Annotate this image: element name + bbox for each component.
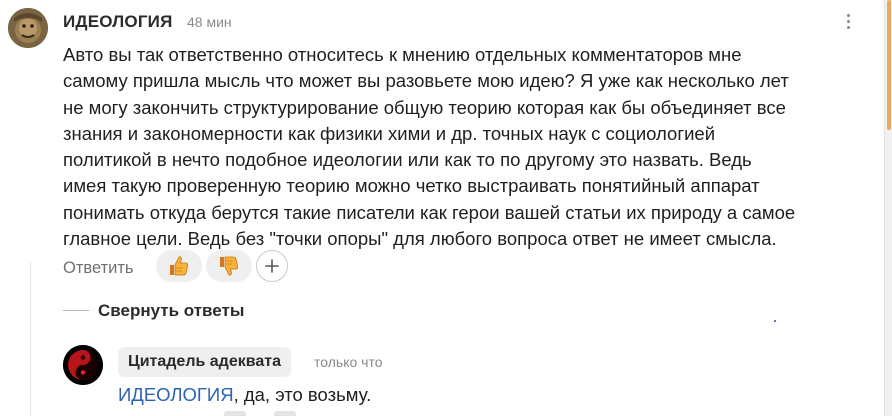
comment-text-line: самому пришла мысль что может вы разовье… [63, 70, 789, 92]
dislike-button[interactable] [206, 250, 252, 282]
comment-text-line: знания и закономерности как физики хими … [63, 122, 716, 144]
collapse-replies-button[interactable]: Свернуть ответы [98, 301, 244, 321]
reply-text: ИДЕОЛОГИЯ, да, это возьму. [118, 384, 371, 406]
comment-text-line: понимать откуда берутся такие писатели к… [63, 201, 796, 223]
comment-text-line: не могу закончить структурирование общую… [63, 96, 786, 118]
collapse-dash [63, 310, 89, 311]
comment-text-line: имея такую проверенную теорию можно четк… [63, 175, 760, 197]
scrollbar-thumb[interactable] [887, 0, 891, 130]
reply-button[interactable]: Ответить [63, 259, 134, 278]
mention-link[interactable]: ИДЕОЛОГИЯ [118, 384, 234, 405]
reply-time: только что [314, 354, 383, 370]
next-action-peek [274, 411, 296, 416]
thread-line [30, 262, 31, 416]
reply-text-body: , да, это возьму. [233, 384, 372, 405]
avatar[interactable] [8, 8, 48, 48]
thumbs-up-icon [170, 256, 189, 276]
comment-text-line: главное цели. Ведь без "точки опоры" для… [63, 228, 777, 250]
comment-text: Авто вы так ответственно относитесь к мн… [63, 42, 863, 252]
comment-time: 48 мин [187, 14, 232, 30]
plus-icon [265, 259, 279, 273]
comment-author[interactable]: ИДЕОЛОГИЯ [63, 12, 173, 32]
more-vertical-icon[interactable] [840, 10, 856, 32]
comment-text-line: Авто вы так ответственно относитесь к мн… [63, 44, 742, 65]
like-button[interactable] [156, 250, 202, 282]
next-action-peek [224, 411, 246, 416]
reply-avatar[interactable] [63, 345, 103, 385]
reply-author[interactable]: Цитадель адеквата [118, 347, 291, 377]
add-reaction-button[interactable] [256, 250, 288, 282]
thumbs-down-icon [220, 256, 239, 276]
stray-dot [774, 320, 776, 322]
comment-text-line: политикой в нечто подобное идеологии или… [63, 149, 752, 171]
